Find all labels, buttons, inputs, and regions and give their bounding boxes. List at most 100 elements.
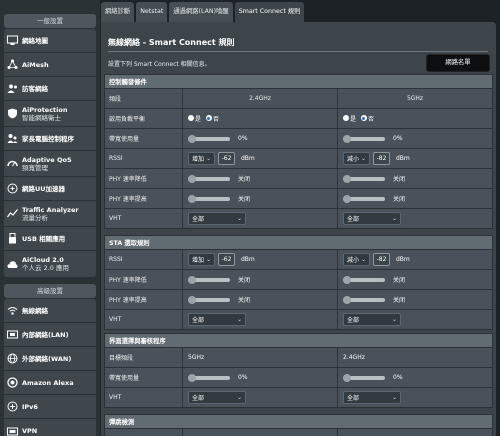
slider-knob[interactable]: [343, 174, 351, 183]
chevron-down-icon: ⌄: [391, 316, 397, 323]
load-balance-5-yes-radio[interactable]: 是: [343, 114, 356, 123]
bandwidth-5-slider[interactable]: [343, 134, 385, 143]
select-value: 全部: [347, 395, 360, 402]
chevron-down-icon: ⌄: [360, 256, 366, 263]
sidebar-item-parental-control[interactable]: 家長電腦控制程序: [4, 127, 96, 151]
slider-knob[interactable]: [188, 194, 196, 203]
iface-bandwidth-5-slider[interactable]: [343, 373, 385, 382]
sta-rssi-5-operator-select[interactable]: 減小 ⌄: [343, 253, 370, 266]
sta-rssi-5-input[interactable]: -82: [373, 253, 390, 266]
sidebar-item-aimesh[interactable]: AiMesh: [4, 53, 96, 77]
tab-network-diagnostics[interactable]: 網絡診斷: [101, 2, 135, 22]
sidebar-item-vpn[interactable]: VPN: [4, 419, 96, 436]
slider-knob[interactable]: [343, 134, 351, 143]
sidebar-item-aiprotection[interactable]: AiProtection 智能網絡衛士: [4, 101, 96, 127]
slider-knob[interactable]: [188, 174, 196, 183]
sta-rssi-24-input[interactable]: -62: [218, 253, 235, 266]
target-band-24: 5GHz: [182, 347, 338, 368]
slider-knob[interactable]: [188, 134, 196, 143]
sidebar-item-alexa[interactable]: Amazon Alexa: [4, 371, 96, 395]
sta-phy-low-24-slider[interactable]: [188, 275, 230, 284]
sidebar-item-label: IPv6: [22, 402, 38, 411]
load-balance-24-yes-radio[interactable]: 是: [188, 114, 201, 123]
phy-low-24-slider[interactable]: [188, 174, 230, 183]
load-balance-5-no-radio[interactable]: 否: [360, 114, 374, 123]
vpn-icon: [7, 426, 18, 436]
phy-high-24-slider[interactable]: [188, 194, 230, 203]
slider-knob[interactable]: [188, 275, 196, 284]
sta-vht-5-select[interactable]: 全部 ⌄: [343, 313, 401, 326]
phy-high-5-slider[interactable]: [343, 194, 385, 203]
sidebar-item-label: 外部網絡(WAN): [22, 354, 72, 363]
iface-bandwidth-24-slider[interactable]: [188, 373, 230, 382]
phy-high-5-value: 关闭: [393, 196, 406, 203]
game-accelerator-icon: [7, 183, 18, 194]
sidebar-item-network-map[interactable]: 網絡地圖: [4, 29, 96, 53]
sidebar-item-aicloud[interactable]: AiCloud 2.0 个人云 2.0 應用: [4, 251, 96, 277]
phy-low-5-value: 关闭: [393, 176, 406, 183]
sidebar-item-sublabel: 流量分析: [22, 213, 48, 222]
section-header-sta: STA 選取規則: [104, 235, 493, 250]
sidebar-item-sublabel: 智能網絡衛士: [22, 113, 61, 122]
steering-list-button[interactable]: 網路名單: [426, 54, 490, 72]
tab-smart-connect-rule[interactable]: Smart Connect 規則: [234, 2, 305, 22]
sidebar-item-guest-network[interactable]: 訪客網絡: [4, 77, 96, 101]
section-header-interface: 界面選擇與審核程序: [103, 333, 494, 348]
rssi-24-operator-select[interactable]: 增加 ⌄: [188, 152, 215, 165]
vht-5-select[interactable]: 全部 ⌄: [343, 212, 401, 225]
load-balance-24-no-radio[interactable]: 否: [205, 114, 219, 123]
sta-phy-high-5-value: 关闭: [393, 297, 406, 304]
radio-label: 是: [195, 115, 202, 123]
vht-24-select[interactable]: 全部 ⌄: [188, 212, 246, 225]
sidebar: 一般設置 網絡地圖 AiMesh 訪客網絡 AiProtection 智能網絡衛士…: [0, 0, 100, 436]
select-value: 減小: [347, 257, 360, 264]
sta-phy-high-5-slider[interactable]: [343, 295, 385, 304]
chevron-down-icon: ⌄: [205, 155, 211, 162]
chevron-down-icon: ⌄: [236, 316, 242, 323]
select-value: 全部: [192, 216, 205, 223]
sidebar-item-label: Amazon Alexa: [22, 378, 74, 387]
slider-knob[interactable]: [343, 275, 351, 284]
sidebar-item-wireless[interactable]: 無線網絡: [4, 299, 96, 323]
sidebar-item-label: AiProtection: [22, 105, 68, 114]
sidebar-item-sublabel: 頻寬管理: [22, 163, 48, 172]
slider-knob[interactable]: [343, 295, 351, 304]
sidebar-item-lan[interactable]: 內部網絡(LAN): [4, 323, 96, 347]
slider-knob[interactable]: [188, 295, 196, 304]
sta-vht-24-select[interactable]: 全部 ⌄: [188, 313, 246, 326]
sidebar-item-ipv6[interactable]: IPv6: [4, 395, 96, 419]
iface-vht-24-select[interactable]: 全部 ⌄: [188, 391, 246, 404]
bandwidth-24-slider[interactable]: [188, 134, 230, 143]
rssi-24-input[interactable]: -62: [218, 152, 235, 165]
slider-knob[interactable]: [343, 194, 351, 203]
radio-circle: [343, 115, 349, 122]
tab-wake-on-lan[interactable]: 通過網路(LAN)喚醒: [169, 2, 233, 22]
select-value: 增加: [192, 257, 205, 264]
sidebar-item-wan[interactable]: 外部網絡(WAN): [4, 347, 96, 371]
slider-knob[interactable]: [188, 373, 196, 382]
tab-netstat[interactable]: Netstat: [136, 2, 168, 22]
sidebar-item-label: 網絡地圖: [22, 36, 48, 45]
rssi-5-input[interactable]: -82: [373, 152, 390, 165]
sidebar-item-label: 內部網絡(LAN): [22, 330, 69, 339]
sidebar-item-game-accelerator[interactable]: 網路UU加速器: [4, 177, 96, 201]
sta-rssi-label: RSSI: [104, 249, 183, 270]
sidebar-item-label: 家長電腦控制程序: [22, 134, 74, 143]
phy-low-5-slider[interactable]: [343, 174, 385, 183]
sidebar-item-usb[interactable]: USB 相關應用: [4, 227, 96, 251]
qos-icon: [7, 158, 18, 169]
iface-vht-5-select[interactable]: 全部 ⌄: [343, 391, 401, 404]
chevron-down-icon: ⌄: [391, 215, 397, 222]
slider-knob[interactable]: [343, 373, 351, 382]
rssi-5-operator-select[interactable]: 減小 ⌄: [343, 152, 370, 165]
sidebar-item-traffic-analyzer[interactable]: Traffic Analyzer 流量分析: [4, 201, 96, 227]
select-value: 全部: [347, 216, 360, 223]
sidebar-item-adaptive-qos[interactable]: Adaptive QoS 頻寬管理: [4, 151, 96, 177]
sta-rssi-24-operator-select[interactable]: 增加 ⌄: [188, 253, 215, 266]
select-value: 全部: [347, 317, 360, 324]
lan-icon: [7, 329, 18, 340]
band-label: 頻段: [104, 88, 183, 109]
select-value: 減小: [347, 156, 360, 163]
sta-phy-low-5-slider[interactable]: [343, 275, 385, 284]
sta-phy-high-24-slider[interactable]: [188, 295, 230, 304]
